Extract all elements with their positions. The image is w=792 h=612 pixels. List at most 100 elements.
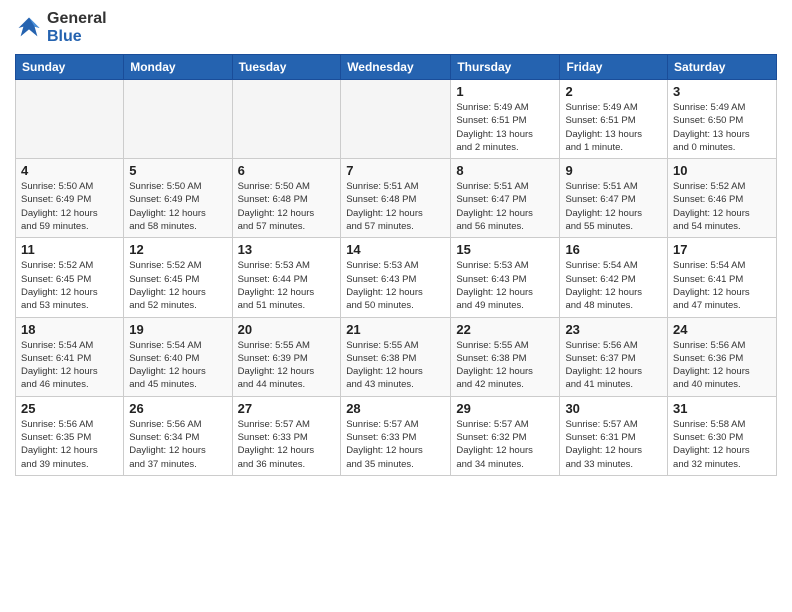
day-number: 7 bbox=[346, 163, 445, 178]
day-number: 19 bbox=[129, 322, 226, 337]
calendar-cell: 9 Sunrise: 5:51 AM Sunset: 6:47 PM Daylig… bbox=[560, 159, 668, 238]
day-number: 3 bbox=[673, 84, 771, 99]
logo-text: General Blue bbox=[47, 10, 107, 46]
calendar-cell: 8 Sunrise: 5:51 AM Sunset: 6:47 PM Daylig… bbox=[451, 159, 560, 238]
logo-bird-icon bbox=[15, 14, 43, 42]
calendar-cell: 3 Sunrise: 5:49 AM Sunset: 6:50 PM Daylig… bbox=[668, 80, 777, 159]
day-info: Sunrise: 5:53 AM Sunset: 6:44 PM Dayligh… bbox=[238, 259, 336, 312]
day-info: Sunrise: 5:56 AM Sunset: 6:37 PM Dayligh… bbox=[565, 339, 662, 392]
calendar-cell: 21 Sunrise: 5:55 AM Sunset: 6:38 PM Dayli… bbox=[341, 317, 451, 396]
calendar-cell: 29 Sunrise: 5:57 AM Sunset: 6:32 PM Dayli… bbox=[451, 396, 560, 475]
calendar-cell: 26 Sunrise: 5:56 AM Sunset: 6:34 PM Dayli… bbox=[124, 396, 232, 475]
calendar-header-wednesday: Wednesday bbox=[341, 55, 451, 80]
day-info: Sunrise: 5:54 AM Sunset: 6:41 PM Dayligh… bbox=[21, 339, 118, 392]
calendar-cell: 27 Sunrise: 5:57 AM Sunset: 6:33 PM Dayli… bbox=[232, 396, 341, 475]
calendar-cell: 6 Sunrise: 5:50 AM Sunset: 6:48 PM Daylig… bbox=[232, 159, 341, 238]
calendar-cell: 14 Sunrise: 5:53 AM Sunset: 6:43 PM Dayli… bbox=[341, 238, 451, 317]
day-info: Sunrise: 5:49 AM Sunset: 6:50 PM Dayligh… bbox=[673, 101, 771, 154]
day-info: Sunrise: 5:53 AM Sunset: 6:43 PM Dayligh… bbox=[456, 259, 554, 312]
calendar-cell: 18Sunrise: 5:54 AM Sunset: 6:41 PM Dayli… bbox=[16, 317, 124, 396]
day-info: Sunrise: 5:51 AM Sunset: 6:47 PM Dayligh… bbox=[565, 180, 662, 233]
day-number: 11 bbox=[21, 242, 118, 257]
day-info: Sunrise: 5:52 AM Sunset: 6:45 PM Dayligh… bbox=[129, 259, 226, 312]
calendar: SundayMondayTuesdayWednesdayThursdayFrid… bbox=[15, 54, 777, 476]
day-info: Sunrise: 5:52 AM Sunset: 6:45 PM Dayligh… bbox=[21, 259, 118, 312]
calendar-cell bbox=[232, 80, 341, 159]
calendar-cell: 19 Sunrise: 5:54 AM Sunset: 6:40 PM Dayli… bbox=[124, 317, 232, 396]
day-number: 8 bbox=[456, 163, 554, 178]
calendar-cell: 13 Sunrise: 5:53 AM Sunset: 6:44 PM Dayli… bbox=[232, 238, 341, 317]
calendar-header-saturday: Saturday bbox=[668, 55, 777, 80]
calendar-cell: 17 Sunrise: 5:54 AM Sunset: 6:41 PM Dayli… bbox=[668, 238, 777, 317]
calendar-cell: 10 Sunrise: 5:52 AM Sunset: 6:46 PM Dayli… bbox=[668, 159, 777, 238]
day-number: 2 bbox=[565, 84, 662, 99]
calendar-cell: 31Sunrise: 5:58 AM Sunset: 6:30 PM Dayli… bbox=[668, 396, 777, 475]
calendar-cell: 20 Sunrise: 5:55 AM Sunset: 6:39 PM Dayli… bbox=[232, 317, 341, 396]
calendar-cell: 7Sunrise: 5:51 AM Sunset: 6:48 PM Daylig… bbox=[341, 159, 451, 238]
day-number: 23 bbox=[565, 322, 662, 337]
day-number: 20 bbox=[238, 322, 336, 337]
day-number: 28 bbox=[346, 401, 445, 416]
calendar-cell: 23 Sunrise: 5:56 AM Sunset: 6:37 PM Dayli… bbox=[560, 317, 668, 396]
day-number: 17 bbox=[673, 242, 771, 257]
day-number: 21 bbox=[346, 322, 445, 337]
day-info: Sunrise: 5:49 AM Sunset: 6:51 PM Dayligh… bbox=[565, 101, 662, 154]
day-number: 16 bbox=[565, 242, 662, 257]
day-info: Sunrise: 5:56 AM Sunset: 6:36 PM Dayligh… bbox=[673, 339, 771, 392]
calendar-cell bbox=[16, 80, 124, 159]
day-info: Sunrise: 5:50 AM Sunset: 6:48 PM Dayligh… bbox=[238, 180, 336, 233]
calendar-week-row: 4 Sunrise: 5:50 AM Sunset: 6:49 PM Daylig… bbox=[16, 159, 777, 238]
day-number: 9 bbox=[565, 163, 662, 178]
header: General Blue bbox=[15, 10, 777, 46]
day-number: 25 bbox=[21, 401, 118, 416]
calendar-cell: 22 Sunrise: 5:55 AM Sunset: 6:38 PM Dayli… bbox=[451, 317, 560, 396]
day-number: 22 bbox=[456, 322, 554, 337]
day-info: Sunrise: 5:51 AM Sunset: 6:47 PM Dayligh… bbox=[456, 180, 554, 233]
day-number: 15 bbox=[456, 242, 554, 257]
calendar-cell: 4Sunrise: 5:50 AM Sunset: 6:49 PM Daylig… bbox=[16, 159, 124, 238]
day-number: 26 bbox=[129, 401, 226, 416]
day-info: Sunrise: 5:54 AM Sunset: 6:41 PM Dayligh… bbox=[673, 259, 771, 312]
day-info: Sunrise: 5:55 AM Sunset: 6:38 PM Dayligh… bbox=[346, 339, 445, 392]
calendar-week-row: 11 Sunrise: 5:52 AM Sunset: 6:45 PM Dayli… bbox=[16, 238, 777, 317]
day-info: Sunrise: 5:56 AM Sunset: 6:35 PM Dayligh… bbox=[21, 418, 118, 471]
calendar-week-row: 1Sunrise: 5:49 AM Sunset: 6:51 PM Daylig… bbox=[16, 80, 777, 159]
day-info: Sunrise: 5:49 AM Sunset: 6:51 PM Dayligh… bbox=[456, 101, 554, 154]
calendar-cell: 25 Sunrise: 5:56 AM Sunset: 6:35 PM Dayli… bbox=[16, 396, 124, 475]
day-info: Sunrise: 5:57 AM Sunset: 6:32 PM Dayligh… bbox=[456, 418, 554, 471]
calendar-cell bbox=[341, 80, 451, 159]
day-number: 10 bbox=[673, 163, 771, 178]
day-info: Sunrise: 5:57 AM Sunset: 6:31 PM Dayligh… bbox=[565, 418, 662, 471]
calendar-week-row: 25 Sunrise: 5:56 AM Sunset: 6:35 PM Dayli… bbox=[16, 396, 777, 475]
day-info: Sunrise: 5:58 AM Sunset: 6:30 PM Dayligh… bbox=[673, 418, 771, 471]
calendar-cell: 1Sunrise: 5:49 AM Sunset: 6:51 PM Daylig… bbox=[451, 80, 560, 159]
calendar-week-row: 18Sunrise: 5:54 AM Sunset: 6:41 PM Dayli… bbox=[16, 317, 777, 396]
day-number: 27 bbox=[238, 401, 336, 416]
calendar-cell: 24 Sunrise: 5:56 AM Sunset: 6:36 PM Dayli… bbox=[668, 317, 777, 396]
day-info: Sunrise: 5:55 AM Sunset: 6:38 PM Dayligh… bbox=[456, 339, 554, 392]
logo: General Blue bbox=[15, 10, 107, 46]
calendar-cell bbox=[124, 80, 232, 159]
day-info: Sunrise: 5:54 AM Sunset: 6:40 PM Dayligh… bbox=[129, 339, 226, 392]
day-number: 5 bbox=[129, 163, 226, 178]
day-number: 14 bbox=[346, 242, 445, 257]
day-number: 30 bbox=[565, 401, 662, 416]
day-info: Sunrise: 5:52 AM Sunset: 6:46 PM Dayligh… bbox=[673, 180, 771, 233]
calendar-header-tuesday: Tuesday bbox=[232, 55, 341, 80]
day-info: Sunrise: 5:57 AM Sunset: 6:33 PM Dayligh… bbox=[238, 418, 336, 471]
calendar-cell: 2 Sunrise: 5:49 AM Sunset: 6:51 PM Daylig… bbox=[560, 80, 668, 159]
day-number: 4 bbox=[21, 163, 118, 178]
day-info: Sunrise: 5:57 AM Sunset: 6:33 PM Dayligh… bbox=[346, 418, 445, 471]
day-info: Sunrise: 5:55 AM Sunset: 6:39 PM Dayligh… bbox=[238, 339, 336, 392]
calendar-header-friday: Friday bbox=[560, 55, 668, 80]
day-info: Sunrise: 5:53 AM Sunset: 6:43 PM Dayligh… bbox=[346, 259, 445, 312]
calendar-cell: 12Sunrise: 5:52 AM Sunset: 6:45 PM Dayli… bbox=[124, 238, 232, 317]
day-number: 13 bbox=[238, 242, 336, 257]
day-number: 29 bbox=[456, 401, 554, 416]
day-number: 6 bbox=[238, 163, 336, 178]
day-number: 24 bbox=[673, 322, 771, 337]
calendar-cell: 11 Sunrise: 5:52 AM Sunset: 6:45 PM Dayli… bbox=[16, 238, 124, 317]
day-info: Sunrise: 5:56 AM Sunset: 6:34 PM Dayligh… bbox=[129, 418, 226, 471]
calendar-cell: 5 Sunrise: 5:50 AM Sunset: 6:49 PM Daylig… bbox=[124, 159, 232, 238]
day-info: Sunrise: 5:50 AM Sunset: 6:49 PM Dayligh… bbox=[129, 180, 226, 233]
